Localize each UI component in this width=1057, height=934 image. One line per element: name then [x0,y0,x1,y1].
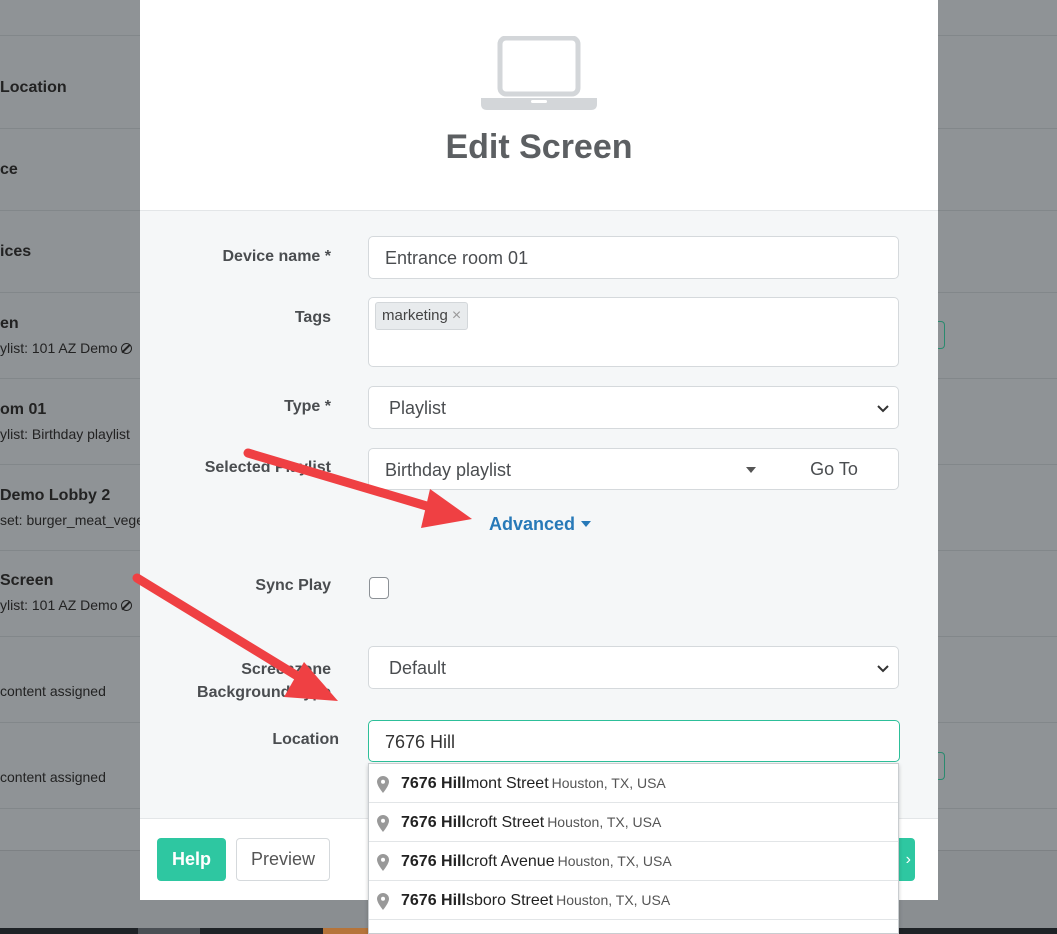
autocomplete-text: 7676 Hillcroft Street Houston, TX, USA [401,814,662,831]
ban-icon [120,343,132,354]
autocomplete-item[interactable]: 7676 Hillsboro Street Houston, TX, USA [369,881,898,920]
selected-playlist-select[interactable]: Birthday playlist [368,448,771,490]
map-pin-icon [377,854,389,871]
row-title: ices [0,243,32,260]
row-subtitle: ylist: 101 AZ Demo [0,597,132,613]
type-select[interactable]: Playlist [368,386,899,429]
autocomplete-item[interactable]: 7676 Hillcroft Street Houston, TX, USA [369,803,898,842]
location-label: Location [272,731,339,748]
row-title: om 01 [0,401,47,418]
sync-play-checkbox[interactable] [369,577,389,599]
sync-play-label: Sync Play [255,577,331,594]
autocomplete-item[interactable]: 7676 Hillcroft Avenue Houston, TX, USA [369,842,898,881]
selected-playlist-value: Birthday playlist [385,460,512,480]
row-subtitle: set: burger_meat_veget [0,512,148,528]
preview-button[interactable]: Preview [236,838,330,881]
map-pin-icon [377,815,389,832]
chevron-down-icon [877,665,889,673]
map-pin-icon [377,776,389,793]
tag-remove-icon[interactable]: × [452,307,461,324]
screenzone-label: Screenzone Background Type [197,661,331,701]
tags-input[interactable]: marketing × [368,297,899,367]
laptop-icon [481,36,597,110]
row-title: Screen [0,572,54,589]
advanced-toggle[interactable]: Advanced [489,514,592,535]
screenzone-select[interactable]: Default [368,646,899,689]
autocomplete-text: 7676 Hillmont Street Houston, TX, USA [401,775,666,792]
location-autocomplete: 7676 Hillmont Street Houston, TX, USA 767… [368,763,899,934]
autocomplete-text: 7676 Hillcroft Avenue Houston, TX, USA [401,853,672,870]
chevron-down-icon [877,405,889,413]
location-value: 7676 Hill [385,732,456,752]
modal-title: Edit Screen [445,128,633,166]
device-name-input[interactable]: Entrance room 01 [368,236,899,279]
row-subtitle: ylist: Birthday playlist [0,426,130,442]
autocomplete-item[interactable]: 7676 Hillmont Street Houston, TX, USA [369,764,898,803]
device-name-label: Device name * [222,248,331,265]
row-title: ce [0,161,18,178]
row-subtitle: content assigned [0,683,106,699]
row-title: Location [0,79,67,96]
tag-label: marketing [382,307,448,324]
tags-label: Tags [294,309,331,326]
row-subtitle: ylist: 101 AZ Demo [0,340,132,356]
row-title: en [0,315,19,332]
ban-icon [120,600,132,611]
device-name-value: Entrance room 01 [385,248,529,268]
map-pin-icon [377,893,389,910]
caret-down-icon [746,467,756,473]
selected-playlist-label: Selected Playlist [204,459,331,476]
advanced-label: Advanced [489,514,576,534]
autocomplete-text: 7676 Hillsboro Street Houston, TX, USA [401,892,671,909]
caret-down-icon [581,521,592,527]
tag-chip: marketing × [375,302,469,330]
modal-header: Edit Screen [140,0,938,211]
location-input[interactable]: 7676 Hill [368,720,900,762]
row-subtitle: content assigned [0,769,106,785]
type-label: Type * [284,398,331,415]
help-button[interactable]: Help [157,838,226,881]
screenzone-value: Default [389,658,447,678]
type-value: Playlist [389,398,447,418]
row-title: Demo Lobby 2 [0,487,111,504]
go-to-button[interactable]: Go To [770,448,899,490]
